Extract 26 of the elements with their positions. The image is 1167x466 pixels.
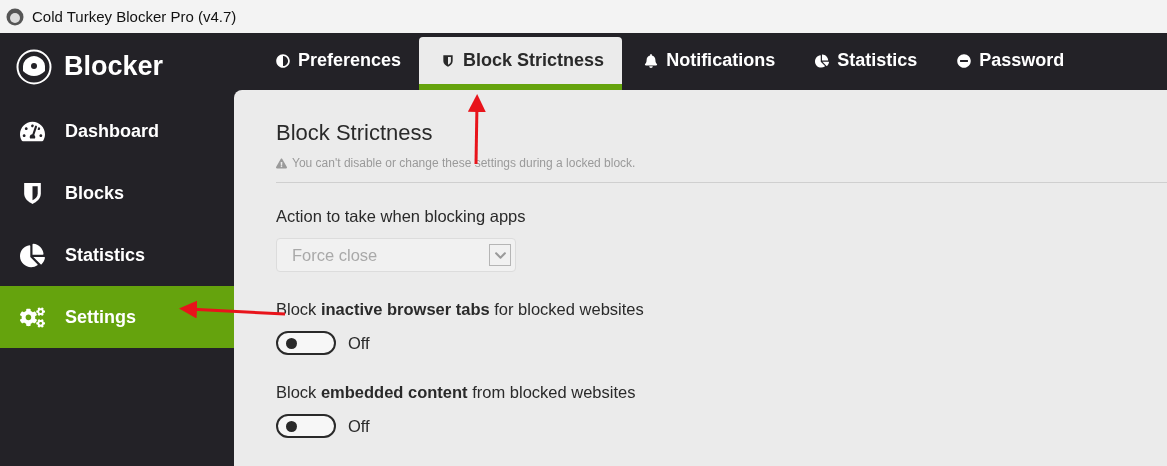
app-name: Blocker xyxy=(64,51,164,82)
bell-icon xyxy=(644,53,659,68)
pie-chart-icon xyxy=(20,242,45,268)
setting-label: Action to take when blocking apps xyxy=(276,207,527,226)
warning-icon xyxy=(276,157,287,169)
sidebar-item[interactable]: Dashboard xyxy=(0,100,234,162)
toggle-switch[interactable] xyxy=(276,331,336,355)
tab[interactable]: Notifications xyxy=(622,37,794,90)
toggle-state: Off xyxy=(348,333,370,353)
pie-chart-icon xyxy=(815,53,830,68)
section-title: Block Strictness xyxy=(276,120,434,146)
caret-icon xyxy=(489,244,511,266)
shield-icon xyxy=(441,53,456,68)
tab[interactable]: Preferences xyxy=(254,37,420,90)
sidebar-item[interactable]: Blocks xyxy=(0,162,234,224)
setting-label: Block embedded content from blocked websites xyxy=(276,383,637,402)
window-title: Cold Turkey Blocker Pro (v4.7) xyxy=(32,8,237,25)
toggle-switch[interactable] xyxy=(276,414,336,438)
lock-note: You can't disable or change these settings during a locked block. xyxy=(292,156,636,170)
tab[interactable]: Statistics xyxy=(793,37,936,90)
tab[interactable]: Password xyxy=(935,37,1083,90)
toggle-state: Off xyxy=(348,416,370,436)
tab[interactable]: Block Strictness xyxy=(419,37,623,90)
sidebar-item[interactable]: Statistics xyxy=(0,224,234,286)
app-logo-icon xyxy=(6,7,24,26)
contrast-icon xyxy=(276,53,290,68)
